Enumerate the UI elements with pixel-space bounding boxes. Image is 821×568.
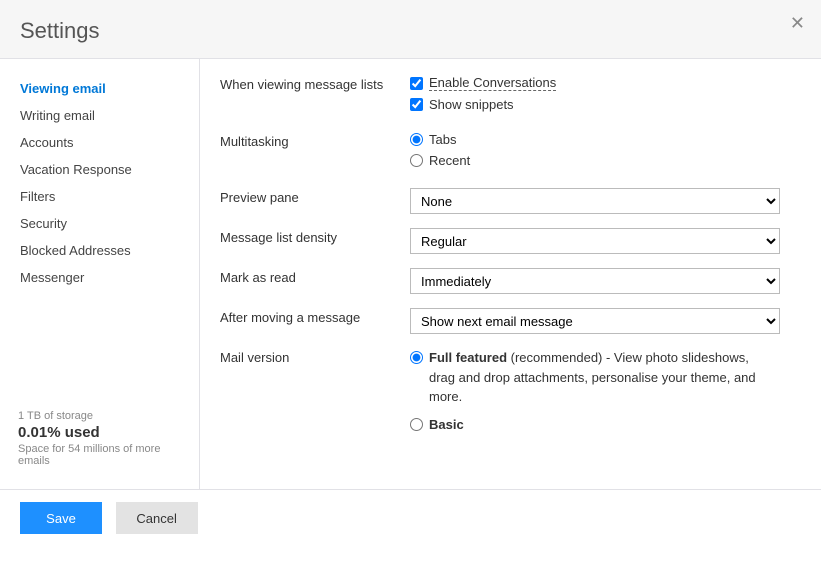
label-after-move: After moving a message (220, 308, 410, 325)
radio-basic[interactable]: Basic (410, 417, 791, 432)
select-preview-pane[interactable]: None (410, 188, 780, 214)
controls-multitasking: Tabs Recent (410, 132, 791, 174)
radio-recent[interactable]: Recent (410, 153, 791, 168)
check-show-snippets[interactable]: Show snippets (410, 97, 791, 112)
dialog-body: Viewing email Writing email Accounts Vac… (0, 59, 821, 489)
radio-input-recent[interactable] (410, 154, 423, 167)
dialog-title: Settings (20, 18, 801, 44)
storage-used: 0.01% used (18, 424, 181, 441)
sidebar-item-security[interactable]: Security (0, 210, 199, 237)
sidebar-item-messenger[interactable]: Messenger (0, 264, 199, 291)
storage-info: 1 TB of storage 0.01% used Space for 54 … (0, 400, 199, 479)
label-basic: Basic (429, 417, 464, 432)
label-viewing-lists: When viewing message lists (220, 75, 410, 92)
radio-input-full-featured[interactable] (410, 351, 423, 364)
storage-total: 1 TB of storage (18, 410, 181, 422)
label-tabs: Tabs (429, 132, 456, 147)
settings-dialog: Settings ✕ Viewing email Writing email A… (0, 0, 821, 546)
row-mail-version: Mail version Full featured (recommended)… (220, 348, 791, 438)
row-after-move: After moving a message Show next email m… (220, 308, 791, 334)
sidebar-item-blocked[interactable]: Blocked Addresses (0, 237, 199, 264)
select-mark-read[interactable]: Immediately (410, 268, 780, 294)
dialog-footer: Save Cancel (0, 489, 821, 546)
label-recent: Recent (429, 153, 470, 168)
close-icon[interactable]: ✕ (790, 14, 805, 32)
radio-input-tabs[interactable] (410, 133, 423, 146)
label-mail-version: Mail version (220, 348, 410, 365)
checkbox-show-snippets[interactable] (410, 98, 423, 111)
label-show-snippets: Show snippets (429, 97, 514, 112)
label-density: Message list density (220, 228, 410, 245)
select-after-move[interactable]: Show next email message (410, 308, 780, 334)
label-preview-pane: Preview pane (220, 188, 410, 205)
full-featured-title: Full featured (429, 350, 507, 365)
radio-input-basic[interactable] (410, 418, 423, 431)
row-viewing-lists: When viewing message lists Enable Conver… (220, 75, 791, 118)
row-preview-pane: Preview pane None (220, 188, 791, 214)
sidebar-list: Viewing email Writing email Accounts Vac… (0, 75, 199, 400)
label-mark-read: Mark as read (220, 268, 410, 285)
checkbox-enable-conversations[interactable] (410, 77, 423, 90)
cancel-button[interactable]: Cancel (116, 502, 198, 534)
sidebar: Viewing email Writing email Accounts Vac… (0, 59, 200, 489)
dialog-header: Settings ✕ (0, 0, 821, 59)
sidebar-item-filters[interactable]: Filters (0, 183, 199, 210)
label-multitasking: Multitasking (220, 132, 410, 149)
radio-tabs[interactable]: Tabs (410, 132, 791, 147)
sidebar-item-accounts[interactable]: Accounts (0, 129, 199, 156)
storage-note: Space for 54 millions of more emails (18, 443, 181, 467)
full-featured-text: Full featured (recommended) - View photo… (429, 348, 770, 407)
row-multitasking: Multitasking Tabs Recent (220, 132, 791, 174)
controls-viewing-lists: Enable Conversations Show snippets (410, 75, 791, 118)
radio-full-featured[interactable]: Full featured (recommended) - View photo… (410, 348, 770, 407)
controls-mail-version: Full featured (recommended) - View photo… (410, 348, 791, 438)
label-enable-conversations: Enable Conversations (429, 75, 556, 91)
row-density: Message list density Regular (220, 228, 791, 254)
select-density[interactable]: Regular (410, 228, 780, 254)
sidebar-item-vacation[interactable]: Vacation Response (0, 156, 199, 183)
controls-preview-pane: None (410, 188, 791, 214)
sidebar-item-writing-email[interactable]: Writing email (0, 102, 199, 129)
check-enable-conversations[interactable]: Enable Conversations (410, 75, 791, 91)
sidebar-item-viewing-email[interactable]: Viewing email (0, 75, 199, 102)
content-panel: When viewing message lists Enable Conver… (200, 59, 821, 489)
controls-density: Regular (410, 228, 791, 254)
controls-mark-read: Immediately (410, 268, 791, 294)
row-mark-read: Mark as read Immediately (220, 268, 791, 294)
controls-after-move: Show next email message (410, 308, 791, 334)
save-button[interactable]: Save (20, 502, 102, 534)
